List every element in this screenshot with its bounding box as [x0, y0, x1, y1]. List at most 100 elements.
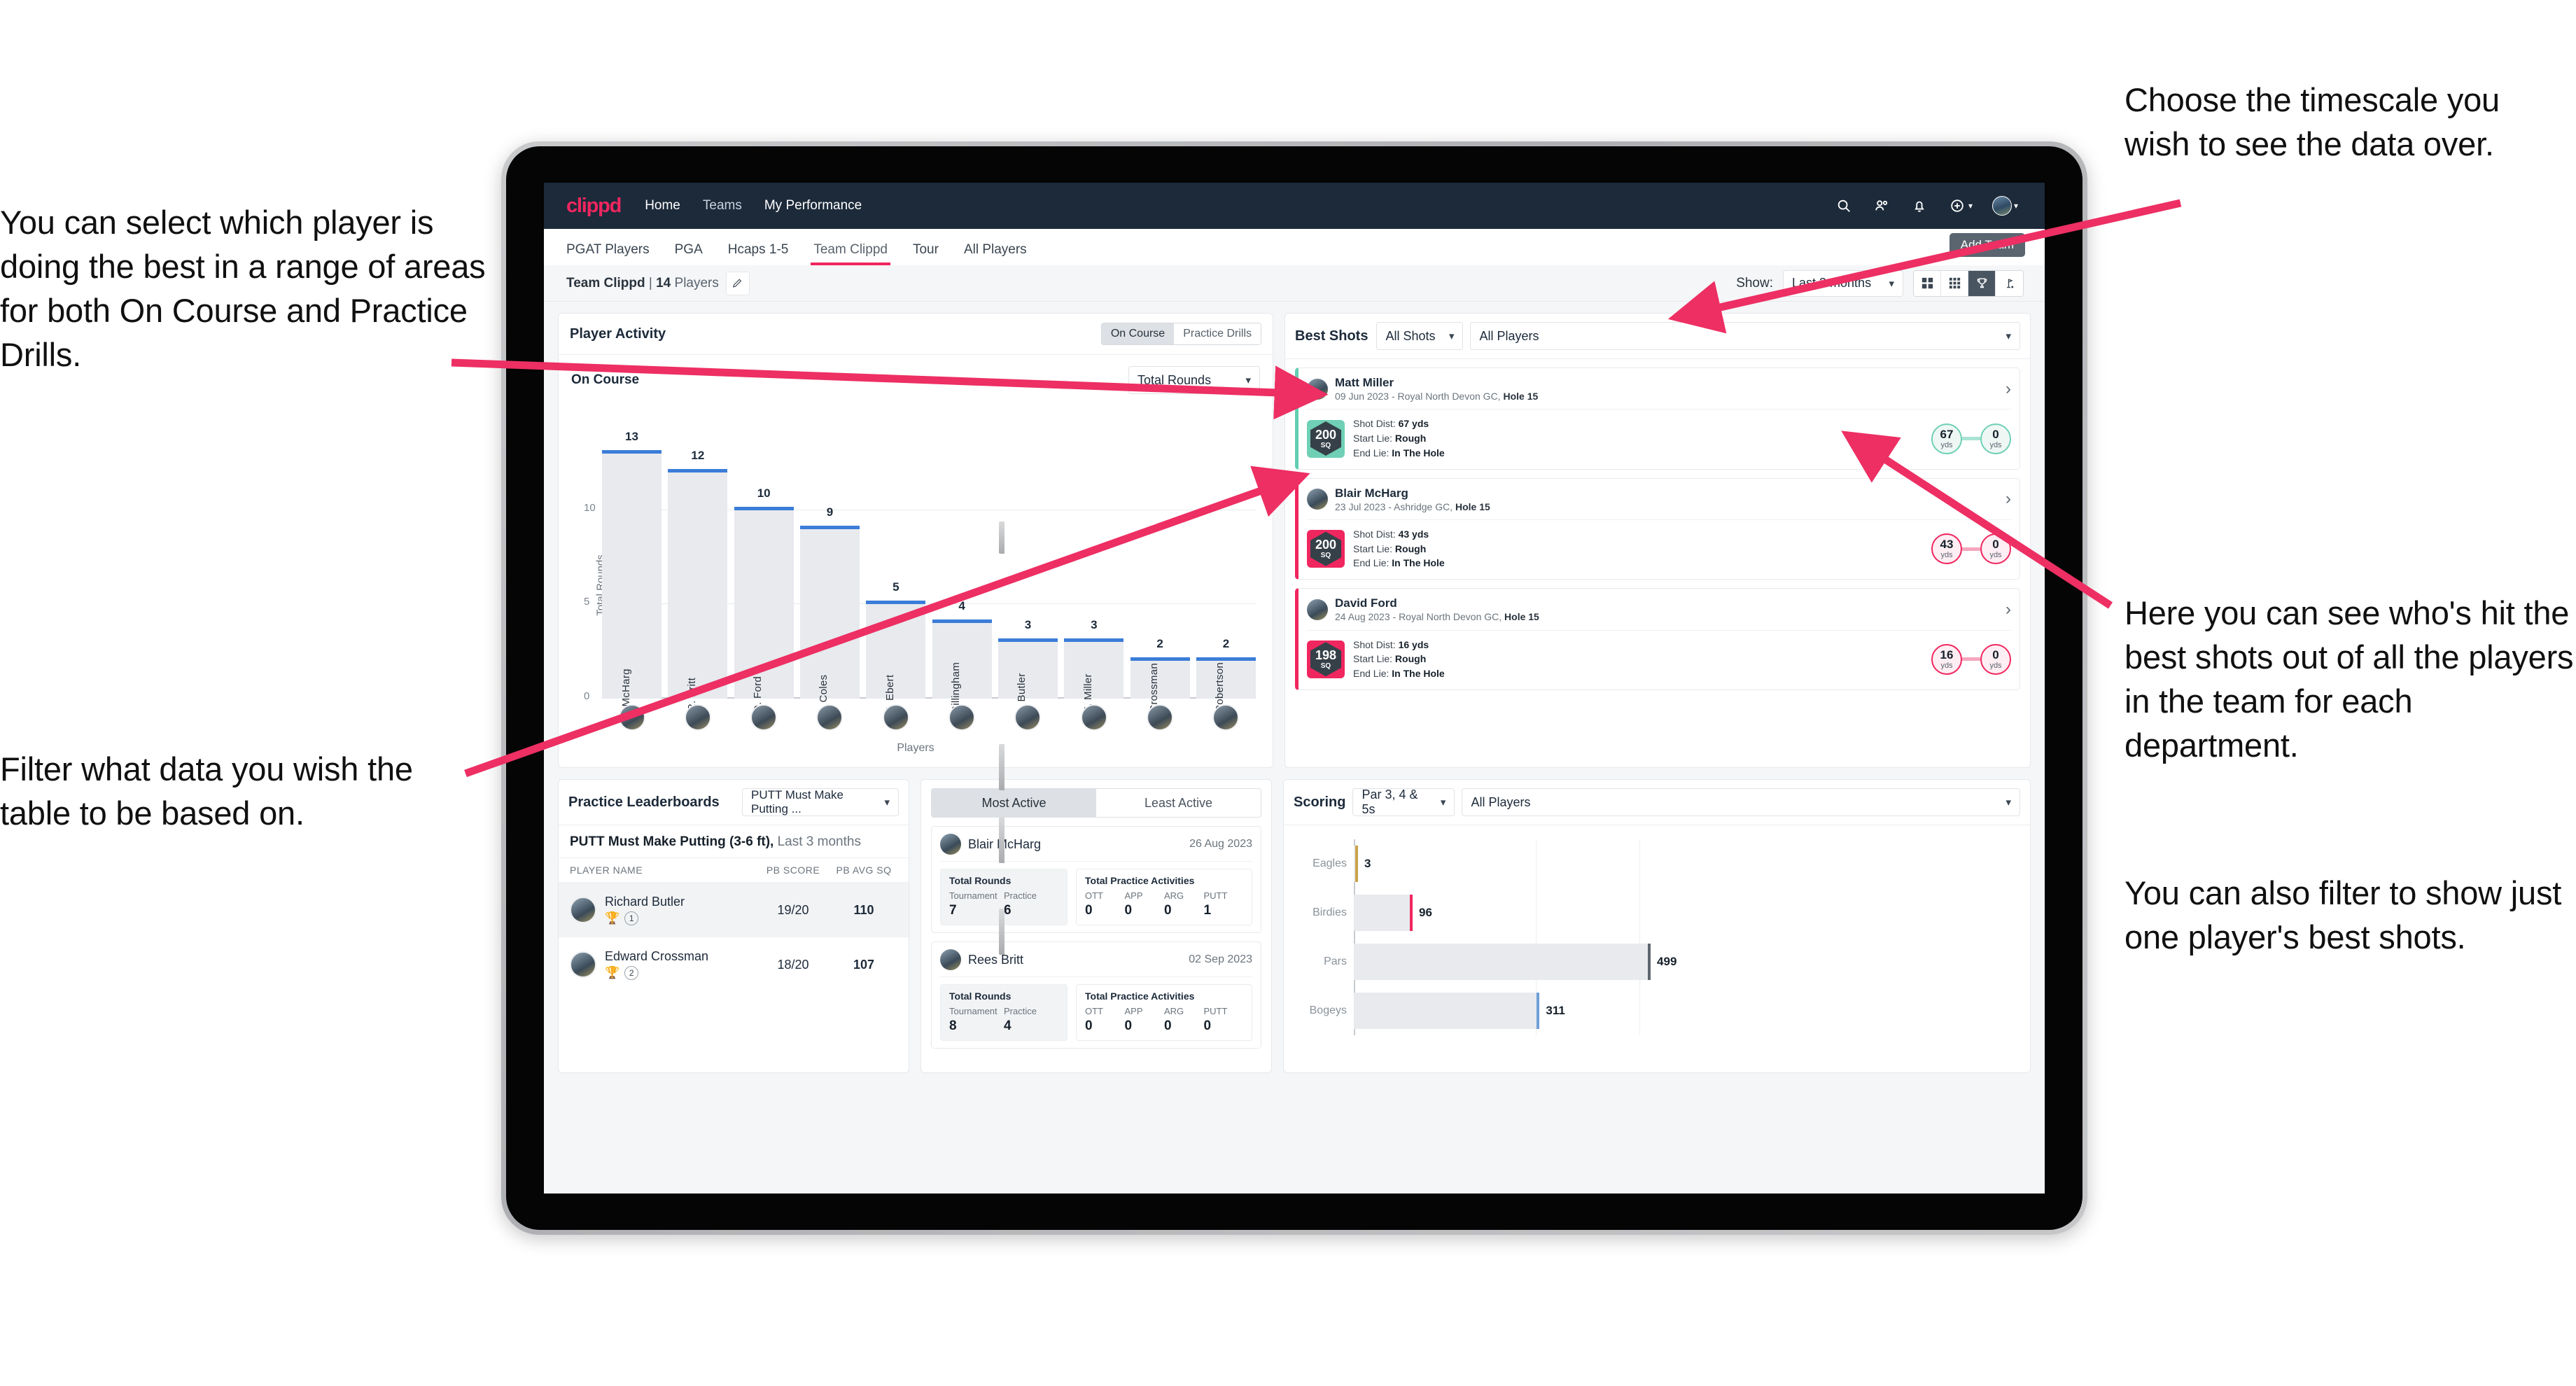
avatar[interactable]	[1212, 704, 1240, 731]
avatar[interactable]	[1991, 196, 2012, 216]
practice-col-value: 0	[1164, 1018, 1172, 1033]
chart-bar-column[interactable]: 3 M. Miller	[1064, 435, 1124, 715]
chart-x-axis-label: Players	[897, 742, 934, 754]
chart-bar-column[interactable]: 2 E. Crossman	[1130, 435, 1190, 726]
practice-col-value: 1	[1203, 903, 1212, 918]
practice-col-value: 0	[1203, 1018, 1212, 1033]
chart-bar-column[interactable]: 9 J. Coles	[799, 435, 860, 714]
best-shot-card[interactable]: Blair McHarg 23 Jul 2023 - Ashridge GC, H…	[1295, 477, 2020, 580]
avatar[interactable]	[816, 704, 844, 731]
best-shots-player-filter[interactable]: All Players ▾	[1470, 322, 2020, 350]
chart-bar-column[interactable]: 12 R. Britt	[668, 435, 728, 711]
avatar[interactable]	[1147, 704, 1174, 731]
shot-distance: Shot Dist: 67 yds	[1353, 418, 1429, 430]
view-trophy-button[interactable]	[1968, 270, 1996, 296]
row-pb-score: 18/20	[777, 957, 809, 972]
avatar[interactable]	[882, 704, 909, 731]
sub-toolbar: Team Clippd | 14 Players Show: Last 3 mo…	[544, 265, 2045, 302]
chart-avatar-cell[interactable]	[800, 704, 860, 731]
bar-value: 12	[691, 448, 705, 462]
avatar[interactable]	[1080, 704, 1107, 731]
chart-avatar-cell[interactable]	[932, 704, 992, 731]
tab-all-players[interactable]: All Players	[964, 242, 1027, 265]
tab-tour[interactable]: Tour	[913, 242, 939, 265]
search-icon[interactable]	[1835, 197, 1853, 215]
scoring-player-filter[interactable]: All Players ▾	[1462, 788, 2020, 816]
shot-meta: 09 Jun 2023 - Royal North Devon GC, Hole…	[1335, 391, 1539, 402]
chart-bar-column[interactable]: 3 R. Butler	[997, 435, 1058, 716]
tab-team-clippd[interactable]: Team Clippd	[811, 242, 890, 265]
best-shot-card[interactable]: David Ford 24 Aug 2023 - Royal North Devo…	[1295, 588, 2020, 690]
segment-on-course[interactable]: On Course	[1101, 323, 1175, 344]
metric-select[interactable]: Total Rounds ▾	[1128, 366, 1260, 394]
shot-end-lie: End Lie: In The Hole	[1353, 557, 1445, 569]
view-grid-small-button[interactable]	[1941, 270, 1968, 296]
tab-least-active[interactable]: Least Active	[1096, 789, 1261, 817]
bar-cap	[602, 449, 662, 454]
bar-cap	[668, 468, 728, 472]
practice-col-header: PUTT	[1203, 890, 1228, 901]
avatar	[570, 897, 596, 923]
view-grid-large-button[interactable]	[1914, 270, 1941, 296]
activity-card[interactable]: Blair McHarg 26 Aug 2023 Total Rounds Tourn…	[931, 826, 1261, 933]
edit-team-button[interactable]	[725, 271, 750, 295]
chart-bar-column[interactable]: 10 D. Ford	[734, 435, 794, 713]
column-pb-avg-sq: PB AVG SQ	[836, 864, 892, 876]
avatar[interactable]	[684, 704, 711, 731]
nav-link-teams[interactable]: Teams	[703, 198, 742, 214]
best-shots-shot-filter[interactable]: All Shots ▾	[1376, 322, 1464, 350]
tab-pgat-players[interactable]: PGAT Players	[566, 242, 650, 265]
chart-avatar-cell[interactable]	[998, 704, 1058, 731]
clippd-logo[interactable]: clippd	[566, 195, 622, 218]
scoring-title: Scoring	[1294, 794, 1346, 810]
tab-hcaps-1-5[interactable]: Hcaps 1-5	[728, 242, 789, 265]
tab-most-active[interactable]: Most Active	[932, 789, 1096, 817]
scoring-par-filter[interactable]: Par 3, 4 & 5s ▾	[1352, 788, 1455, 816]
row-player-name: Edward Crossman	[605, 948, 709, 963]
chart-avatar-cell[interactable]	[1130, 704, 1190, 731]
chart-bar-column[interactable]: 13 B. McHarg	[602, 430, 662, 720]
dist-connector	[1962, 657, 1980, 662]
chart-avatar-cell[interactable]	[866, 704, 925, 731]
player-activity-chart: Total Rounds 10 5 0 13 B. McHarg 12 R. Brit…	[559, 394, 1273, 767]
nav-link-my-performance[interactable]: My Performance	[764, 198, 862, 214]
chart-bar-column[interactable]: 5 E. Ebert	[866, 435, 926, 714]
timescale-select[interactable]: Last 3 months ▾	[1783, 270, 1903, 297]
activity-card[interactable]: Rees Britt 02 Sep 2023 Total Rounds Tournam…	[931, 941, 1261, 1049]
team-players-word: Players	[671, 275, 719, 290]
view-flag-button[interactable]	[1996, 270, 2023, 296]
avatar[interactable]	[948, 704, 976, 731]
row-pb-score: 19/20	[777, 902, 809, 917]
chart-avatar-cell[interactable]	[602, 704, 662, 731]
annotation-right-top: Choose the timescale you wish to see the…	[2124, 81, 2500, 162]
rounds-col-value: 4	[1004, 1018, 1011, 1033]
chart-avatar-cell[interactable]	[1196, 704, 1256, 731]
segment-practice-drills[interactable]: Practice Drills	[1174, 323, 1261, 344]
chart-bar-column[interactable]: 2 C. Robertson	[1196, 435, 1256, 727]
tab-pga[interactable]: PGA	[675, 242, 703, 265]
best-shot-card[interactable]: Matt Miller 09 Jun 2023 - Royal North Dev…	[1295, 368, 2020, 470]
profile-menu[interactable]: ▾	[1991, 196, 2018, 216]
add-menu[interactable]: ▾	[1948, 197, 1973, 215]
chart-bars: 13 B. McHarg 12 R. Britt 10 D. Ford 9 J. Coles 5…	[602, 430, 1256, 727]
chart-bar-column[interactable]: 4 D. Billingham	[932, 435, 992, 727]
avatar[interactable]	[618, 704, 645, 731]
plus-circle-icon[interactable]	[1948, 197, 1966, 215]
dashboard-row-1: Player Activity On Course Practice Drill…	[558, 313, 2031, 768]
drill-select[interactable]: PUTT Must Make Putting ... ▾	[742, 788, 899, 816]
chart-avatar-cell[interactable]	[734, 704, 794, 731]
people-icon[interactable]	[1872, 197, 1891, 215]
table-row[interactable]: Edward Crossman 🏆 2 18/20 107	[559, 937, 909, 992]
nav-link-home[interactable]: Home	[645, 198, 680, 214]
avatar[interactable]	[1014, 704, 1042, 731]
practice-leaderboards-card: Practice Leaderboards PUTT Must Make Put…	[558, 779, 909, 1073]
bell-icon[interactable]	[1910, 197, 1928, 215]
scoring-bar-tip	[1648, 944, 1651, 980]
chevron-right-icon[interactable]: ›	[2005, 489, 2011, 509]
chevron-right-icon[interactable]: ›	[2005, 600, 2011, 620]
table-row[interactable]: Richard Butler 🏆 1 19/20 110	[559, 883, 909, 937]
chart-avatar-cell[interactable]	[668, 704, 727, 731]
avatar[interactable]	[750, 704, 778, 731]
chart-avatar-cell[interactable]	[1064, 704, 1124, 731]
chevron-right-icon[interactable]: ›	[2005, 379, 2011, 399]
